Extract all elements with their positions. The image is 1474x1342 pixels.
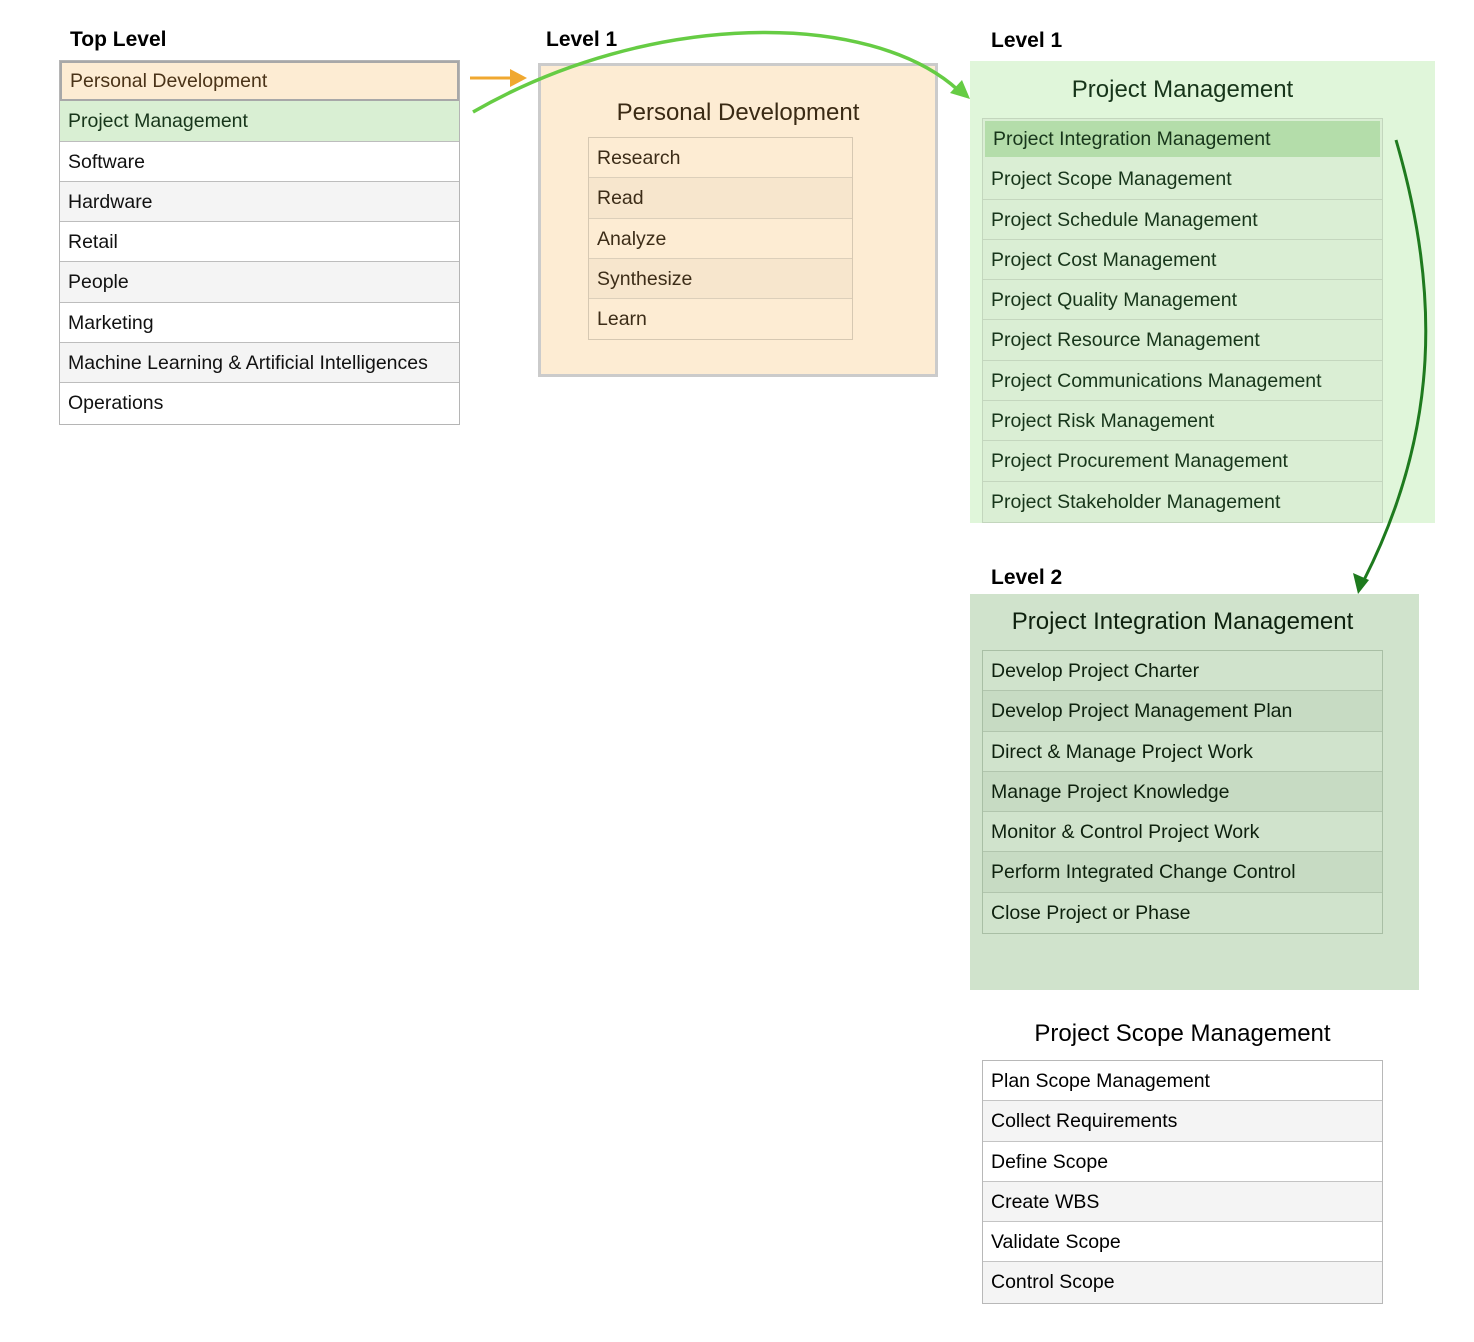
top-level-item-personal-development[interactable]: Personal Development xyxy=(60,61,459,102)
im-item-plan[interactable]: Develop Project Management Plan xyxy=(983,691,1382,732)
top-level-item-hardware[interactable]: Hardware xyxy=(60,181,459,223)
personal-development-panel: Personal Development Research Read Analy… xyxy=(538,63,938,377)
level1-right-heading: Level 1 xyxy=(991,29,1063,52)
pm-item-schedule[interactable]: Project Schedule Management xyxy=(983,199,1382,240)
pm-item-resource[interactable]: Project Resource Management xyxy=(983,320,1382,361)
pd-item-learn[interactable]: Learn xyxy=(589,299,852,340)
integration-management-panel: Project Integration Management Develop P… xyxy=(970,594,1419,990)
pm-item-procurement[interactable]: Project Procurement Management xyxy=(983,441,1382,482)
pm-item-scope[interactable]: Project Scope Management xyxy=(983,159,1382,200)
top-level-item-marketing[interactable]: Marketing xyxy=(60,303,459,344)
pd-item-read[interactable]: Read xyxy=(589,178,852,219)
top-level-item-people[interactable]: People xyxy=(60,262,459,303)
top-level-heading: Top Level xyxy=(70,28,167,51)
top-level-item-project-management[interactable]: Project Management xyxy=(60,101,459,142)
personal-development-title: Personal Development xyxy=(616,99,860,126)
light-green-arrowhead xyxy=(950,80,970,99)
integration-management-list: Develop Project Charter Develop Project … xyxy=(982,650,1383,935)
top-level-item-operations[interactable]: Operations xyxy=(60,383,459,423)
im-item-charter[interactable]: Develop Project Charter xyxy=(983,651,1382,692)
im-item-change-control[interactable]: Perform Integrated Change Control xyxy=(983,852,1382,893)
pm-item-stakeholder[interactable]: Project Stakeholder Management xyxy=(983,481,1382,522)
sm-item-control[interactable]: Control Scope xyxy=(983,1262,1382,1303)
orange-arrowhead xyxy=(510,69,527,87)
top-level-list: Personal Development Project Management … xyxy=(59,60,460,425)
sm-item-define[interactable]: Define Scope xyxy=(983,1141,1382,1182)
im-item-close[interactable]: Close Project or Phase xyxy=(983,892,1382,934)
integration-management-title: Project Integration Management xyxy=(1011,608,1354,635)
project-management-panel: Project Management Project Integration M… xyxy=(970,61,1435,523)
im-item-monitor-control[interactable]: Monitor & Control Project Work xyxy=(983,812,1382,853)
project-management-list: Project Integration Management Project S… xyxy=(982,118,1383,523)
pd-item-research[interactable]: Research xyxy=(589,138,852,179)
scope-management-title: Project Scope Management xyxy=(1034,1020,1331,1047)
sm-item-plan[interactable]: Plan Scope Management xyxy=(983,1061,1382,1102)
personal-development-list: Research Read Analyze Synthesize Learn xyxy=(588,137,853,341)
project-management-title: Project Management xyxy=(1071,76,1294,103)
pm-item-communications[interactable]: Project Communications Management xyxy=(983,360,1382,402)
pm-item-cost[interactable]: Project Cost Management xyxy=(983,239,1382,281)
sm-item-wbs[interactable]: Create WBS xyxy=(983,1181,1382,1223)
level2-heading: Level 2 xyxy=(991,566,1063,589)
top-level-item-retail[interactable]: Retail xyxy=(60,222,459,263)
im-item-knowledge[interactable]: Manage Project Knowledge xyxy=(983,771,1382,813)
pd-item-synthesize[interactable]: Synthesize xyxy=(589,258,852,300)
dark-green-arrowhead xyxy=(1353,573,1369,594)
pm-item-quality[interactable]: Project Quality Management xyxy=(983,280,1382,321)
sm-item-validate[interactable]: Validate Scope xyxy=(983,1222,1382,1263)
pm-item-integration[interactable]: Project Integration Management xyxy=(983,119,1382,160)
level1-left-heading: Level 1 xyxy=(546,28,618,51)
im-item-direct-manage[interactable]: Direct & Manage Project Work xyxy=(983,731,1382,772)
pd-item-analyze[interactable]: Analyze xyxy=(589,218,852,259)
scope-management-list: Plan Scope Management Collect Requiremen… xyxy=(982,1060,1383,1304)
top-level-item-ml-ai[interactable]: Machine Learning & Artificial Intelligen… xyxy=(60,343,459,384)
top-level-item-software[interactable]: Software xyxy=(60,142,459,182)
sm-item-collect[interactable]: Collect Requirements xyxy=(983,1101,1382,1142)
pm-item-risk[interactable]: Project Risk Management xyxy=(983,401,1382,442)
